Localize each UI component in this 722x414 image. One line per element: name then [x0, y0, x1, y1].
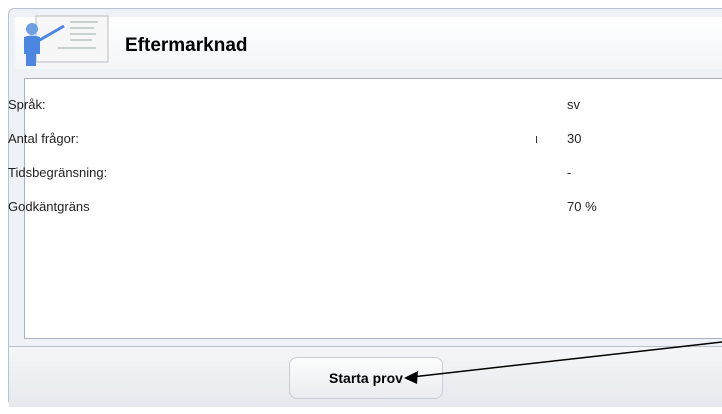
detail-value: sv — [567, 97, 580, 112]
detail-value: 70 % — [567, 199, 597, 214]
detail-row-question-count: Antal frågor: 30 — [0, 131, 722, 151]
detail-label: Godkäntgräns — [8, 199, 90, 214]
presenter-board-icon — [24, 15, 109, 66]
text-cursor — [536, 136, 537, 143]
exam-header — [15, 17, 722, 69]
detail-label: Antal frågor: — [8, 131, 79, 146]
detail-label: Språk: — [8, 97, 46, 112]
detail-row-pass-mark: Godkäntgräns 70 % — [0, 199, 722, 219]
detail-label: Tidsbegränsning: — [8, 165, 108, 180]
start-exam-button[interactable]: Starta prov — [289, 357, 443, 399]
detail-row-time-limit: Tidsbegränsning: - — [0, 165, 722, 185]
detail-value: 30 — [567, 131, 582, 146]
detail-row-language: Språk: sv — [0, 97, 722, 117]
page-title: Eftermarknad — [125, 35, 248, 56]
detail-value: - — [567, 165, 572, 180]
